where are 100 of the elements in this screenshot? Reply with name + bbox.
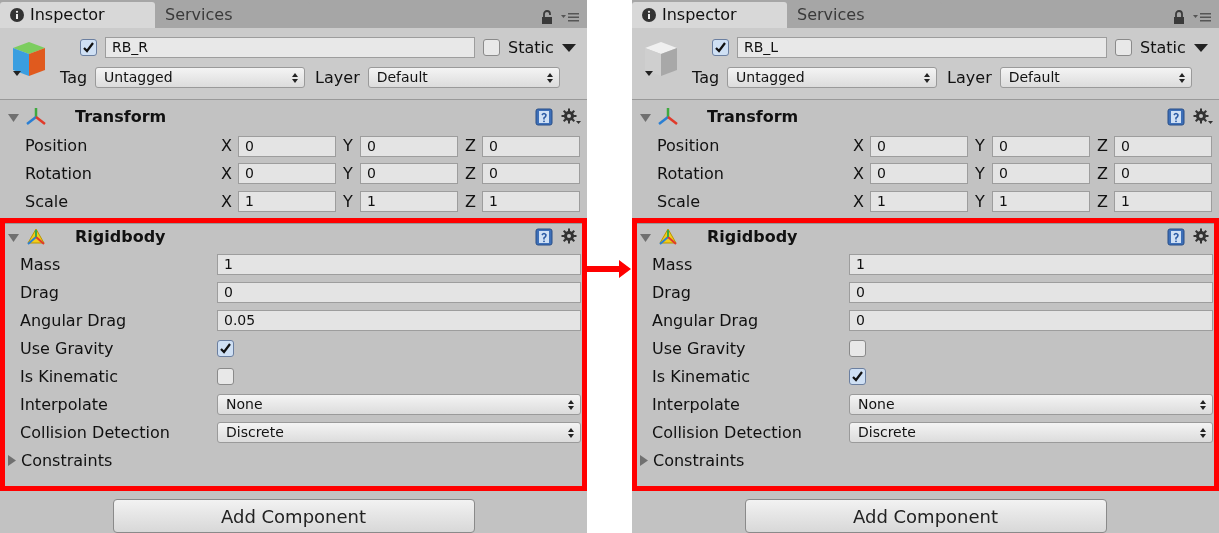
caret-icon[interactable] [561, 43, 576, 52]
input-field[interactable]: 0 [1114, 163, 1212, 185]
input-field[interactable]: 0 [849, 282, 1213, 304]
input-field[interactable]: RB_L [737, 37, 1107, 59]
property-label: Angular Drag [652, 309, 760, 332]
axis-label: Z [1097, 162, 1109, 185]
axis-label: X [221, 190, 233, 213]
input-field[interactable]: 0 [1114, 135, 1212, 157]
checkbox[interactable] [712, 39, 729, 57]
input-field[interactable]: 0 [992, 135, 1090, 157]
input-field[interactable]: 0 [849, 310, 1213, 332]
tag-label: Tag [692, 66, 720, 89]
menu-icon[interactable] [561, 11, 579, 22]
checkbox[interactable] [849, 368, 866, 386]
input-field[interactable]: 1 [360, 191, 458, 213]
input-field[interactable]: 1 [482, 191, 580, 213]
expanded-triangle-icon[interactable] [640, 231, 651, 243]
dropdown[interactable]: Untagged [727, 67, 938, 89]
input-field[interactable]: 0 [217, 282, 581, 304]
checkbox[interactable] [80, 39, 97, 57]
dropdown[interactable]: None [849, 394, 1213, 416]
input-field[interactable]: 1 [1114, 191, 1212, 213]
axis-label: X [221, 135, 233, 158]
updown-arrows-icon [924, 72, 931, 83]
property-label: Rotation [657, 162, 725, 185]
checkbox[interactable] [217, 340, 234, 358]
collapsed-triangle-icon[interactable] [6, 455, 17, 467]
unlocked-padlock-icon[interactable] [541, 9, 553, 24]
input-field[interactable]: 1 [870, 191, 968, 213]
constraints-foldout[interactable]: Constraints [653, 448, 745, 473]
add-component-button[interactable]: Add Component [744, 499, 1107, 533]
checkmark-icon [219, 342, 232, 356]
input-field[interactable]: 0 [870, 163, 968, 185]
tab[interactable]: Inspector [632, 1, 787, 28]
dropdown[interactable]: Discrete [217, 422, 581, 444]
axis-arrows-icon [657, 107, 679, 128]
input-field[interactable]: 0 [870, 135, 968, 157]
checkmark-icon [714, 41, 727, 55]
dropdown[interactable]: Discrete [849, 422, 1213, 444]
property-label: Scale [657, 190, 702, 213]
updown-arrows-icon [1200, 427, 1206, 438]
input-field[interactable]: RB_R [105, 37, 475, 59]
axis-label: Y [343, 190, 354, 213]
property-label: Is Kinematic [20, 365, 119, 388]
checkbox[interactable] [217, 368, 234, 386]
axis-label: Y [975, 162, 986, 185]
caret-icon[interactable] [1193, 43, 1208, 52]
dropdown[interactable]: Untagged [95, 67, 306, 89]
property-label: Mass [652, 253, 694, 276]
constraints-foldout[interactable]: Constraints [21, 448, 113, 473]
menu-icon[interactable] [1193, 11, 1211, 22]
settings-icon[interactable] [561, 108, 581, 127]
input-field[interactable]: 0 [992, 163, 1090, 185]
input-field[interactable]: 1 [992, 191, 1090, 213]
input-field[interactable]: 0 [238, 163, 336, 185]
tag-label: Tag [60, 66, 88, 89]
expanded-triangle-icon[interactable] [640, 111, 651, 123]
updown-arrows-icon [1178, 72, 1185, 83]
locked-padlock-icon[interactable] [1173, 9, 1185, 24]
expanded-triangle-icon[interactable] [8, 231, 19, 243]
property-label: Position [657, 135, 721, 158]
property-label: Drag [20, 281, 60, 304]
axis-label: Z [465, 190, 477, 213]
rigidbody-icon [657, 227, 679, 248]
axis-label: X [853, 135, 865, 158]
tab[interactable]: Inspector [0, 1, 155, 28]
input-field[interactable]: 0 [360, 163, 458, 185]
collapsed-triangle-icon[interactable] [638, 455, 649, 467]
add-component-button[interactable]: Add Component [112, 499, 475, 533]
dropdown[interactable]: Default [999, 67, 1192, 89]
input-field[interactable]: 1 [849, 254, 1213, 276]
property-label: Position [25, 135, 89, 158]
property-label: Use Gravity [20, 337, 115, 360]
axis-label: X [853, 162, 865, 185]
axis-label: Z [465, 135, 477, 158]
property-label: Interpolate [20, 393, 109, 416]
help-book-icon[interactable] [1167, 108, 1185, 127]
axis-label: X [853, 190, 865, 213]
input-field[interactable]: 0 [482, 163, 580, 185]
input-field[interactable]: 0 [482, 135, 580, 157]
help-book-icon[interactable] [1167, 228, 1185, 247]
input-field[interactable]: 1 [238, 191, 336, 213]
component-title: Transform [75, 106, 167, 129]
dropdown[interactable]: None [217, 394, 581, 416]
property-label: Collision Detection [652, 421, 803, 444]
help-book-icon[interactable] [535, 228, 553, 247]
expanded-triangle-icon[interactable] [8, 111, 19, 123]
input-field[interactable]: 0 [360, 135, 458, 157]
input-field[interactable]: 0.05 [217, 310, 581, 332]
axis-label: Y [343, 135, 354, 158]
property-label: Interpolate [652, 393, 741, 416]
dropdown[interactable]: Default [367, 67, 560, 89]
input-field[interactable]: 0 [238, 135, 336, 157]
input-field[interactable]: 1 [217, 254, 581, 276]
checkbox[interactable] [483, 39, 500, 57]
axis-label: X [221, 162, 233, 185]
checkbox[interactable] [1115, 39, 1132, 57]
settings-icon[interactable] [1193, 108, 1213, 127]
help-book-icon[interactable] [535, 108, 553, 127]
checkbox[interactable] [849, 340, 866, 358]
